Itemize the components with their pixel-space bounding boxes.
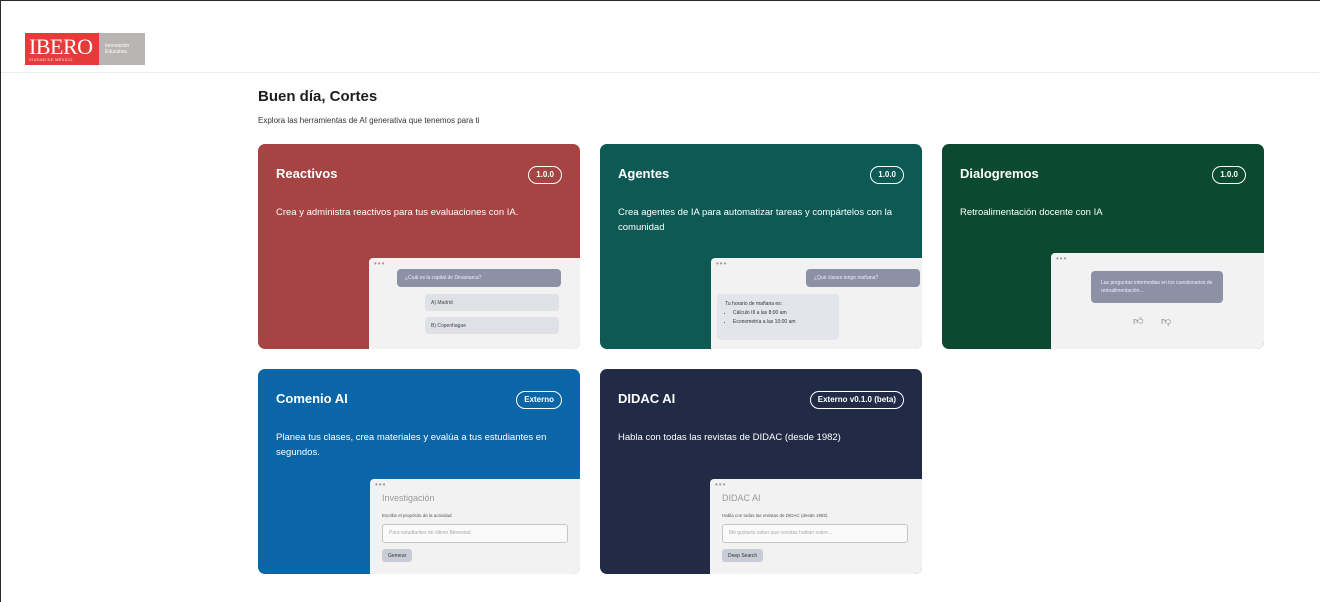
- top-bar: IBERO CIUDAD DE MÉXICO Innovación Educat…: [1, 1, 1319, 73]
- card-title: Reactivos: [276, 166, 338, 181]
- preview-mockup: ••• ¿Cuál es la capital de Dinamarca? A)…: [369, 258, 580, 349]
- version-badge: 1.0.0: [870, 166, 904, 184]
- card-title: Agentes: [618, 166, 670, 181]
- answer-item: Econometría a las 10:00 am: [733, 318, 831, 327]
- preview-mockup: ••• Las preguntas intermedias en los cue…: [1051, 253, 1264, 349]
- page-subtitle: Explora las herramientas de AI generativ…: [258, 116, 480, 125]
- card-description: Crea agentes de IA para automatizar tare…: [618, 207, 893, 233]
- mock-input: Me gustaría saber que revistas hablan so…: [722, 524, 908, 543]
- mock-deep-search-button: Deep Search: [722, 549, 764, 562]
- card-description: Retroalimentación docente con IA: [960, 207, 1103, 218]
- card-reactivos[interactable]: Reactivos 1.0.0 Crea y administra reacti…: [258, 144, 580, 349]
- card-title: Comenio AI: [276, 391, 348, 406]
- preview-mockup: ••• ¿Qué clases tengo mañana? Tu horario…: [711, 258, 922, 349]
- version-badge: 1.0.0: [528, 166, 562, 184]
- card-title: DIDAC AI: [618, 391, 676, 406]
- external-badge: Externo v0.1.0 (beta): [809, 391, 904, 409]
- card-description: Crea y administra reactivos para tus eva…: [276, 207, 519, 218]
- logo-red-block: IBERO CIUDAD DE MÉXICO: [25, 33, 99, 65]
- mock-title: Investigación: [382, 493, 435, 503]
- greeting-heading: Buen día, Cortes: [258, 88, 378, 105]
- external-badge: Externo: [516, 391, 562, 409]
- question-bubble: ¿Cuál es la capital de Dinamarca?: [397, 269, 561, 287]
- card-didac-ai[interactable]: DIDAC AI Externo v0.1.0 (beta) Habla con…: [600, 369, 922, 574]
- window-dots-icon: •••: [375, 480, 387, 489]
- mock-generate-button: Generar: [382, 549, 413, 562]
- preview-mockup: ••• DIDAC AI Habla con todas las revista…: [710, 479, 922, 574]
- window-dots-icon: •••: [374, 259, 386, 268]
- question-bubble: ¿Qué clases tengo mañana?: [806, 269, 920, 287]
- preview-mockup: ••• Investigación Escribe el propósito d…: [370, 479, 580, 574]
- answer-intro: Tu horario de mañana es:: [725, 301, 783, 307]
- thumbs-up-icon: 👍︎: [1133, 316, 1144, 327]
- logo-tagline: Innovación Educativa: [99, 33, 145, 65]
- thumbs-down-icon: 👎︎: [1161, 316, 1172, 327]
- card-description: Planea tus clases, crea materiales y eva…: [276, 432, 547, 458]
- mock-input: Para estudiantes de último Bimestral: [382, 524, 568, 543]
- mock-title: DIDAC AI: [722, 493, 761, 503]
- ibero-logo[interactable]: IBERO CIUDAD DE MÉXICO Innovación Educat…: [25, 33, 145, 65]
- card-description: Habla con todas las revistas de DIDAC (d…: [618, 432, 841, 443]
- window-dots-icon: •••: [716, 259, 728, 268]
- card-dialogremos[interactable]: Dialogremos 1.0.0 Retroalimentación doce…: [942, 144, 1264, 349]
- logo-subtext: CIUDAD DE MÉXICO: [29, 57, 73, 62]
- card-title: Dialogremos: [960, 166, 1039, 181]
- answer-item: Cálculo III a las 8:00 am: [733, 309, 831, 318]
- card-agentes[interactable]: Agentes 1.0.0 Crea agentes de IA para au…: [600, 144, 922, 349]
- answer-option: A) Madrid: [425, 294, 559, 311]
- mock-label: Habla con todas las revistas de DIDAC (d…: [722, 513, 828, 518]
- mock-label: Escribe el propósito de la actividad: [382, 513, 452, 518]
- answer-box: Tu horario de mañana es: Cálculo III a l…: [717, 294, 839, 340]
- window-dots-icon: •••: [1056, 254, 1068, 263]
- answer-option: B) Copenhague: [425, 317, 559, 334]
- message-bubble: Las preguntas intermedias en los cuestio…: [1091, 271, 1223, 303]
- window-dots-icon: •••: [715, 480, 727, 489]
- card-comenio-ai[interactable]: Comenio AI Externo Planea tus clases, cr…: [258, 369, 580, 574]
- version-badge: 1.0.0: [1212, 166, 1246, 184]
